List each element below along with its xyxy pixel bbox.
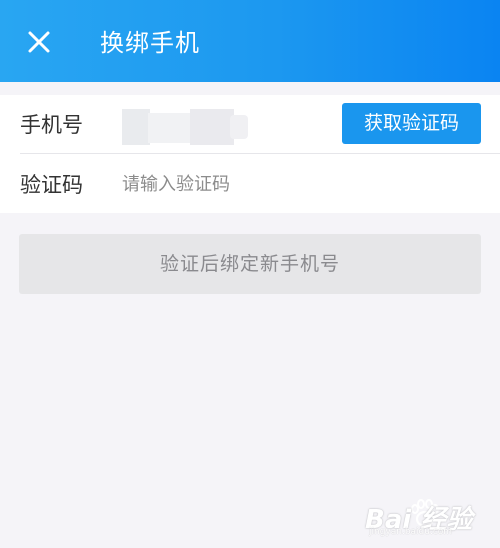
phone-label: 手机号 — [20, 113, 83, 137]
form-divider — [20, 153, 500, 154]
close-button[interactable] — [22, 25, 56, 59]
code-label: 验证码 — [20, 173, 83, 197]
get-verification-code-button[interactable]: 获取验证码 — [342, 103, 481, 144]
masked-phone-number — [122, 109, 248, 145]
app-header: 换绑手机 — [0, 0, 500, 82]
phone-row: 手机号 获取验证码 — [0, 95, 500, 153]
baidu-jingyan-watermark: Bai 经验 jingyan.baidu.com — [365, 497, 495, 537]
close-icon — [28, 31, 50, 53]
rebind-form: 手机号 获取验证码 验证码 — [0, 95, 500, 213]
verification-code-input[interactable] — [122, 168, 462, 200]
page-title: 换绑手机 — [100, 29, 200, 57]
watermark-url: jingyan.baidu.com — [369, 527, 453, 537]
verify-and-bind-button[interactable]: 验证后绑定新手机号 — [19, 234, 481, 294]
code-row: 验证码 — [0, 155, 500, 213]
